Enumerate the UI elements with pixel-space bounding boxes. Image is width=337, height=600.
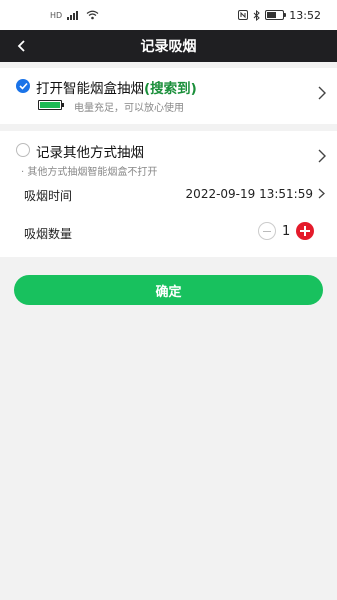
status-time: 13:52 [289, 8, 321, 22]
chevron-right-icon[interactable] [318, 188, 325, 199]
chevron-right-icon [318, 86, 326, 100]
page-title: 记录吸烟 [140, 39, 197, 55]
smoke-count-value: 1 [282, 224, 291, 239]
increase-button[interactable] [296, 222, 314, 240]
battery-icon [265, 10, 287, 20]
nfc-icon [238, 10, 249, 20]
bluetooth-icon [253, 9, 261, 21]
back-button[interactable] [10, 30, 34, 62]
smoke-time-label: 吸烟时间 [24, 189, 73, 203]
smoke-count-label: 吸烟数量 [24, 227, 73, 241]
option-other-subtitle-text: 其他方式抽烟智能烟盒不打开 [27, 167, 158, 178]
header-bar: 记录吸烟 [0, 30, 337, 62]
smoke-time-value[interactable]: 2022-09-19 13:51:59 [186, 187, 313, 201]
option-other-method[interactable]: 记录其他方式抽烟 · 其他方式抽烟智能烟盒不打开 吸烟时间 2022-09-19… [0, 131, 337, 257]
option-other-title: 记录其他方式抽烟 [36, 145, 144, 161]
status-bar: HD 13:52 [0, 0, 337, 30]
wifi-icon [86, 10, 99, 20]
option-smart-box-title: 打开智能烟盒抽烟(搜索到) [36, 77, 197, 97]
status-right: 13:52 [238, 9, 321, 22]
battery-status-text: 电量充足，可以放心使用 [74, 103, 184, 114]
status-left: HD [50, 10, 99, 20]
option-smart-box[interactable]: 打开智能烟盒抽烟(搜索到) 电量充足，可以放心使用 [0, 68, 337, 124]
option-smart-box-label: 打开智能烟盒抽烟 [36, 81, 144, 97]
radio-checked-icon[interactable] [16, 79, 30, 93]
chevron-right-icon [318, 149, 326, 163]
confirm-button[interactable]: 确定 [14, 275, 323, 305]
battery-full-icon [38, 100, 64, 110]
signal-icon [67, 11, 79, 20]
found-status: (搜索到) [144, 81, 197, 97]
back-arrow-icon[interactable] [17, 40, 27, 52]
decrease-button[interactable] [258, 222, 276, 240]
radio-unchecked-icon[interactable] [16, 143, 30, 157]
option-other-subtitle: · 其他方式抽烟智能烟盒不打开 [21, 167, 158, 178]
sim-icon: HD [50, 10, 63, 20]
